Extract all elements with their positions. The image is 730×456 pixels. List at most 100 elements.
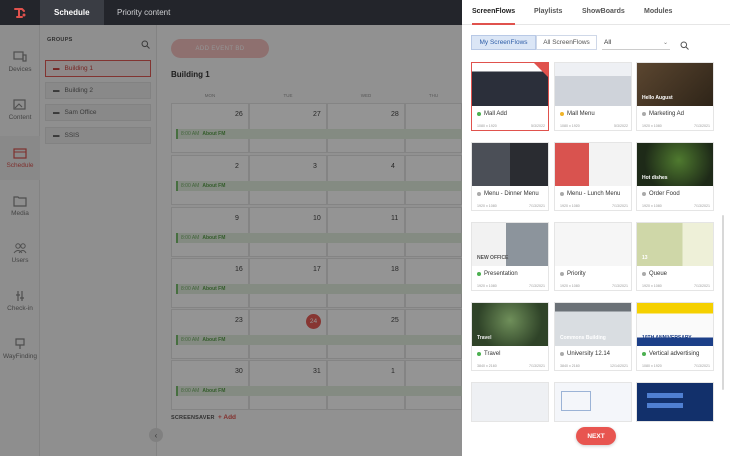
screenflow-name: Marketing Ad	[642, 111, 684, 117]
status-dot	[560, 352, 564, 356]
status-dot	[477, 352, 481, 356]
status-dot	[477, 112, 481, 116]
screenflow-card-partial[interactable]	[471, 382, 549, 422]
screenflow-label: Mall Add	[484, 111, 508, 117]
tab-schedule[interactable]: Schedule	[40, 0, 104, 25]
tab-showboards[interactable]: ShowBoards	[582, 0, 625, 25]
screenflow-card-partial[interactable]	[554, 382, 632, 422]
screenflow-label: Menu - Dinner Menu	[484, 191, 539, 197]
screenflow-dimensions: 1920 x 1080	[477, 204, 497, 208]
thumbnail-text: 13	[642, 255, 648, 261]
screenflow-label: Presentation	[484, 271, 518, 277]
screenflow-meta: 1920 x 1080 7/13/2021	[560, 204, 628, 208]
screenflow-label: Mall Menu	[567, 111, 595, 117]
screenflow-card[interactable]: Commons Building University 12.14 3840 x 2…	[554, 302, 632, 371]
modal-backdrop[interactable]	[0, 25, 462, 456]
filter-select[interactable]: All ⌄	[602, 35, 670, 50]
screenflow-card[interactable]: Menu - Dinner Menu 1920 x 1080 7/13/2021	[471, 142, 549, 211]
tab-screenflows[interactable]: ScreenFlows	[472, 0, 516, 25]
screenflow-thumbnail: Commons Building	[555, 303, 631, 346]
screenflow-meta: 1080 x 1920 5/3/2022	[477, 124, 545, 128]
screenflow-thumbnail: 10TH ANNIVERSARY	[637, 303, 713, 346]
screenflow-meta: 1920 x 1080 7/13/2021	[642, 204, 710, 208]
screenflow-thumbnail: Travel	[472, 303, 548, 346]
screenflow-meta: 1920 x 1080 7/13/2021	[642, 124, 710, 128]
screenflow-date: 12/14/2021	[610, 364, 628, 368]
screenflow-card[interactable]: Mall Menu 1080 x 1920 5/3/2022	[554, 62, 632, 131]
status-dot	[642, 112, 646, 116]
screenflow-meta: 1920 x 1080 7/13/2021	[560, 284, 628, 288]
screenflow-card[interactable]: Mall Add 1080 x 1920 5/3/2022	[471, 62, 549, 131]
screenflow-name: Queue	[642, 271, 667, 277]
screenflow-card[interactable]: 10TH ANNIVERSARY Vertical advertising 1080…	[636, 302, 714, 371]
screenflow-thumbnail: 13	[637, 223, 713, 266]
panel-search-button[interactable]	[680, 37, 689, 55]
screenflow-date: 7/13/2021	[612, 284, 628, 288]
screenflow-name: Vertical advertising	[642, 351, 699, 357]
screenflow-name: Mall Add	[477, 111, 507, 117]
screenflow-card[interactable]: Priority 1920 x 1080 7/13/2021	[554, 222, 632, 291]
thumbnail-text: NEW OFFICE	[477, 255, 509, 261]
screenflow-dimensions: 1080 x 1920	[642, 364, 662, 368]
screenflow-dimensions: 1920 x 1080	[560, 284, 580, 288]
screenflow-card[interactable]: Travel Travel 3840 x 2160 7/13/2021	[471, 302, 549, 371]
screenflow-label: Menu - Lunch Menu	[567, 191, 621, 197]
thumbnail-text: Hello August	[642, 95, 673, 101]
screenflow-label: Order Food	[649, 191, 680, 197]
screenflow-date: 7/13/2021	[612, 204, 628, 208]
screenflow-card[interactable]: Menu - Lunch Menu 1920 x 1080 7/13/2021	[554, 142, 632, 211]
screenflow-card[interactable]: 13 Queue 1920 x 1080 7/13/2021	[636, 222, 714, 291]
screenflow-thumbnail: NEW OFFICE	[472, 223, 548, 266]
screenflow-date: 7/13/2021	[529, 364, 545, 368]
tab-playlists[interactable]: Playlists	[534, 0, 562, 25]
screenflow-meta: 1920 x 1080 7/13/2021	[642, 284, 710, 288]
screenflow-dimensions: 1920 x 1080	[642, 284, 662, 288]
screenflow-card[interactable]: Hello August Marketing Ad 1920 x 1080 7/13/…	[636, 62, 714, 131]
screenflow-name: Mall Menu	[560, 111, 595, 117]
screenflow-thumbnail: Hello August	[637, 63, 713, 106]
screenflow-date: 7/13/2021	[694, 364, 710, 368]
screenflow-label: Priority	[567, 271, 586, 277]
screenflow-card-partial[interactable]	[636, 382, 714, 422]
screenflow-name: University 12.14	[560, 351, 610, 357]
scrollbar[interactable]	[722, 215, 724, 390]
screenflow-thumbnail: Hot dishes	[637, 143, 713, 186]
status-dot	[560, 192, 564, 196]
screenflow-thumbnail	[472, 143, 548, 186]
status-dot	[642, 272, 646, 276]
screenflow-dimensions: 1080 x 1920	[477, 124, 497, 128]
screenflow-meta: 3840 x 2160 7/13/2021	[477, 364, 545, 368]
next-button[interactable]: NEXT	[576, 427, 616, 445]
screenflow-label: Vertical advertising	[649, 351, 700, 357]
screenflow-thumbnail	[555, 63, 631, 106]
screenflow-label: Queue	[649, 271, 668, 277]
screenflow-meta: 1080 x 1920 7/13/2021	[642, 364, 710, 368]
screenflow-thumbnail	[555, 383, 631, 421]
screenflow-card[interactable]: Hot dishes Order Food 1920 x 1080 7/13/2021	[636, 142, 714, 211]
filter-value: All	[604, 38, 612, 46]
screenflow-date: 7/13/2021	[529, 204, 545, 208]
tab-priority-content[interactable]: Priority content	[103, 0, 184, 25]
screenflow-thumbnail	[555, 143, 631, 186]
app-logo[interactable]	[0, 0, 40, 25]
search-icon	[680, 41, 689, 50]
screenflow-date: 7/13/2021	[529, 284, 545, 288]
screenflow-dimensions: 1920 x 1080	[560, 204, 580, 208]
screenflow-thumbnail	[472, 63, 548, 106]
screenflow-dimensions: 1920 x 1080	[642, 204, 662, 208]
logo-icon	[14, 7, 26, 18]
tab-modules[interactable]: Modules	[644, 0, 672, 25]
status-dot	[560, 272, 564, 276]
status-dot	[642, 352, 646, 356]
screenflow-meta: 1920 x 1080 7/13/2021	[477, 204, 545, 208]
screenflow-card[interactable]: NEW OFFICE Presentation 1920 x 1080 7/13/20…	[471, 222, 549, 291]
status-dot	[642, 192, 646, 196]
my-screenflows-toggle[interactable]: My ScreenFlows	[471, 35, 536, 50]
screenflow-name: Priority	[560, 271, 586, 277]
screenflow-thumbnail	[555, 223, 631, 266]
screenflow-date: 5/3/2022	[614, 124, 628, 128]
screenflow-label: Travel	[484, 351, 501, 357]
all-screenflows-toggle[interactable]: All ScreenFlows	[536, 35, 597, 50]
status-dot	[560, 112, 564, 116]
screenflow-name: Menu - Dinner Menu	[477, 191, 539, 197]
